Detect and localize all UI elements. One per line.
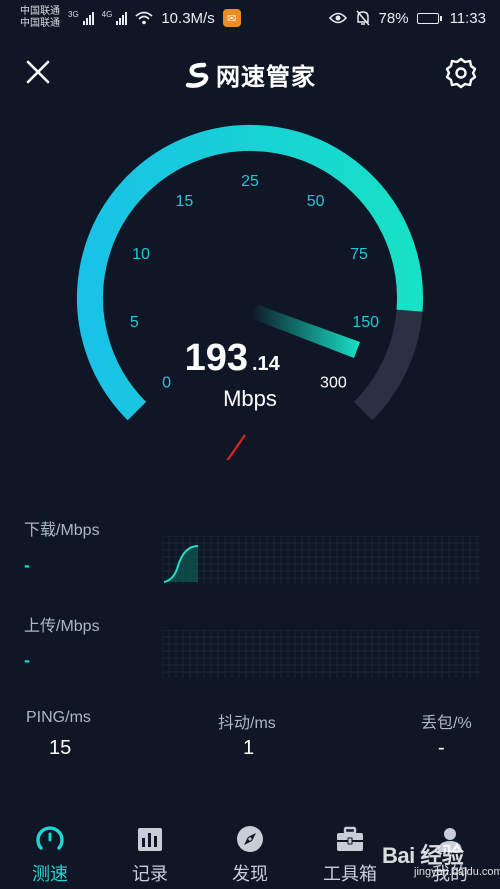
carrier-stack: 中国联通 中国联通 bbox=[20, 6, 60, 30]
app-title: 网速管家 bbox=[0, 57, 500, 92]
app-header: 网速管家 bbox=[0, 48, 500, 96]
network-speed: 10.3M/s bbox=[161, 9, 215, 27]
speed-gauge: 0 5 10 15 25 50 75 150 300 193 .14 Mbps bbox=[77, 124, 423, 460]
wifi-icon bbox=[135, 11, 153, 25]
gauge-tick-label: 75 bbox=[350, 246, 368, 263]
signal-icon bbox=[82, 11, 94, 25]
ping-label: PING/ms bbox=[26, 709, 91, 726]
download-chart bbox=[162, 536, 480, 584]
status-bar: 中国联通 中国联通 3G 4G 10.3M/s ✉ 78% 11:33 bbox=[0, 0, 500, 36]
app-title-text: 网速管家 bbox=[216, 64, 316, 91]
status-left: 中国联通 中国联通 3G 4G 10.3M/s ✉ bbox=[20, 6, 241, 30]
clock: 11:33 bbox=[449, 9, 486, 27]
battery-icon bbox=[416, 12, 442, 24]
watermark-url: jingyan.baidu.com bbox=[414, 866, 500, 878]
signal-icon bbox=[116, 11, 128, 25]
bell-off-icon bbox=[355, 10, 370, 26]
nav-item-speedtest[interactable]: 测速 bbox=[0, 818, 100, 889]
gauge-tick-label: 25 bbox=[241, 173, 259, 190]
gauge-tick-label: 10 bbox=[132, 246, 150, 263]
upload-value: - bbox=[24, 650, 30, 670]
nav-label: 记录 bbox=[132, 864, 168, 884]
compass-icon bbox=[237, 826, 263, 852]
toolbox-icon bbox=[337, 826, 363, 851]
gauge-tick-label: 50 bbox=[307, 193, 325, 210]
app-notification-icon: ✉ bbox=[222, 9, 241, 27]
gauge-tick-label: 5 bbox=[130, 314, 139, 331]
download-value: - bbox=[24, 555, 30, 575]
carrier-1: 中国联通 bbox=[20, 6, 60, 17]
nav-label: 工具箱 bbox=[323, 864, 377, 884]
gauge-icon bbox=[36, 826, 64, 850]
upload-label: 上传/Mbps bbox=[24, 618, 100, 635]
network-type-2: 4G bbox=[101, 10, 113, 19]
jitter-value: 1 bbox=[243, 737, 255, 759]
gauge-tick-label: 300 bbox=[320, 374, 347, 391]
status-right: 78% 11:33 bbox=[328, 9, 486, 27]
gauge-tick-label: 15 bbox=[176, 193, 194, 210]
loss-label: 丢包/% bbox=[421, 715, 472, 732]
eye-icon bbox=[328, 12, 347, 24]
nav-item-records[interactable]: 记录 bbox=[100, 818, 200, 889]
upload-chart bbox=[162, 630, 480, 678]
jitter-label: 抖动/ms bbox=[218, 715, 276, 732]
bar-chart-icon bbox=[138, 828, 162, 851]
download-label: 下载/Mbps bbox=[24, 522, 100, 539]
ping-value: 15 bbox=[49, 737, 72, 759]
app-logo-icon bbox=[185, 62, 209, 88]
network-type-1: 3G bbox=[68, 10, 79, 19]
speed-value-int: 193 bbox=[185, 337, 248, 379]
gauge-tick-label: 0 bbox=[162, 374, 171, 391]
loss-value: - bbox=[438, 737, 445, 759]
annotation-arrow bbox=[226, 434, 246, 460]
nav-item-discover[interactable]: 发现 bbox=[200, 818, 300, 889]
nav-label: 测速 bbox=[32, 864, 68, 884]
gauge-needle bbox=[250, 305, 360, 358]
gauge-tick-label: 150 bbox=[352, 314, 379, 331]
speed-unit: Mbps bbox=[223, 386, 277, 411]
gear-icon[interactable] bbox=[444, 56, 478, 90]
battery-percent: 78% bbox=[378, 9, 409, 27]
nav-label: 发现 bbox=[232, 864, 268, 884]
carrier-2: 中国联通 bbox=[20, 18, 60, 29]
speed-value-decimal: .14 bbox=[252, 353, 281, 375]
